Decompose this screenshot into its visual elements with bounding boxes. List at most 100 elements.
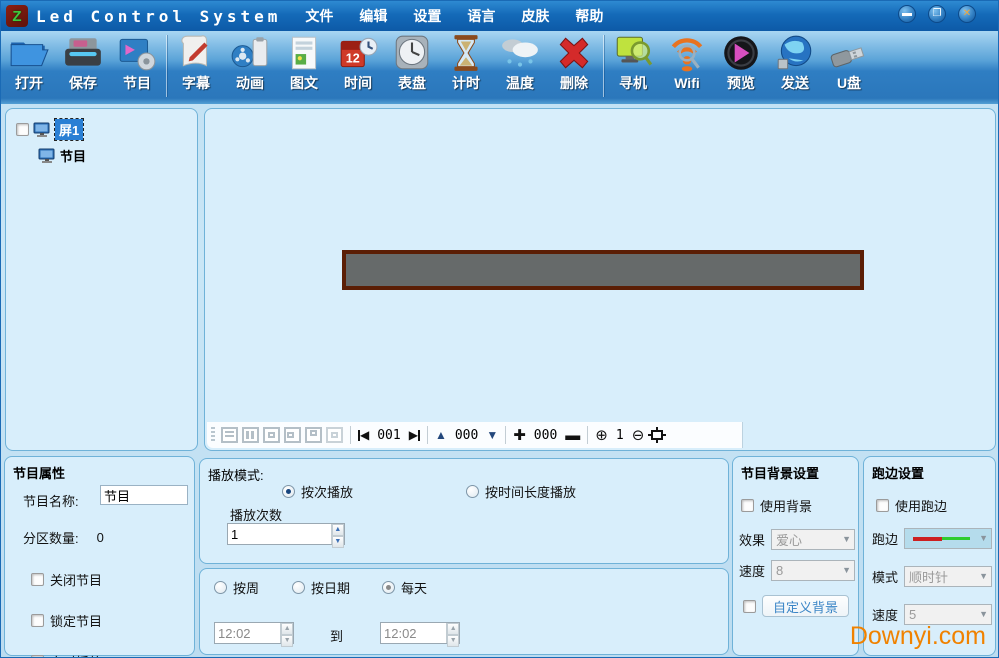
spin-down-icon[interactable]: ▼ [331, 535, 344, 548]
open-button[interactable]: 打开 [2, 33, 56, 101]
layout-free-button[interactable] [326, 427, 343, 443]
move-up-button[interactable]: ▲ [435, 429, 447, 441]
end-time-input[interactable] [381, 623, 447, 643]
main-toolbar: 打开 保存 节目 字幕 动画 图文 12 时间 表盘 计时 温度 删除 寻机 W… [1, 31, 998, 104]
by-date-label: 按日期 [311, 581, 351, 596]
menu-file[interactable]: 文件 [305, 6, 333, 26]
timer-button[interactable]: 计时 [439, 33, 493, 101]
find-device-button[interactable]: 寻机 [606, 33, 660, 101]
use-background-checkbox[interactable] [741, 499, 754, 512]
by-week-radio[interactable] [214, 581, 227, 594]
preview-toolbar: ◀ 001 ▶ ▲ 000 ▼ ✚ 000 ▬ ⊕ 1 ⊖ [207, 422, 743, 448]
custom-background-button[interactable]: 自定义背景 [762, 595, 850, 617]
timer-icon [454, 35, 478, 71]
menu-language[interactable]: 语言 [467, 6, 495, 26]
play-by-duration-radio[interactable] [466, 485, 479, 498]
start-time-spinner[interactable]: ▲ ▼ [214, 622, 294, 647]
tree-item-screen-label[interactable]: 屏1 [53, 118, 85, 141]
effect-dropdown[interactable]: 爱心 ▼ [771, 529, 856, 550]
border-mode-dropdown[interactable]: 顺时针 ▼ [904, 566, 993, 587]
layout-columns-button[interactable] [242, 427, 259, 443]
wifi-icon [671, 38, 703, 72]
start-time-input[interactable] [215, 623, 281, 643]
close-button[interactable]: ✕ [958, 5, 976, 23]
tree-item-program-label[interactable]: 节目 [60, 146, 86, 165]
zoom-in-icon[interactable]: ⊕ [595, 428, 608, 443]
use-background-label: 使用背景 [760, 499, 813, 514]
menu-settings[interactable]: 设置 [413, 6, 441, 26]
animation-button[interactable]: 动画 [223, 33, 277, 101]
col-value: 000 [533, 427, 558, 443]
by-date-radio[interactable] [292, 581, 305, 594]
tree-item-screen[interactable]: 屏1 [16, 118, 197, 141]
use-border-checkbox[interactable] [876, 499, 889, 512]
play-times-spinner[interactable]: ▲ ▼ [227, 523, 345, 548]
layout-top-button[interactable] [305, 427, 322, 443]
image-text-button[interactable]: 图文 [277, 33, 331, 101]
first-page-button[interactable]: ◀ [358, 429, 369, 441]
tree-item-program[interactable]: 节目 [38, 146, 197, 165]
program-button[interactable]: 节目 [110, 33, 164, 101]
strip-separator [350, 426, 351, 444]
remove-button[interactable]: ▬ [565, 428, 580, 443]
zoom-out-icon[interactable]: ⊖ [632, 428, 645, 443]
save-icon [65, 38, 101, 66]
time-button[interactable]: 12 时间 [331, 33, 385, 101]
toolbar-grip[interactable] [211, 427, 215, 443]
spin-up-icon[interactable]: ▲ [281, 623, 293, 635]
delete-icon [559, 37, 589, 69]
open-folder-icon [10, 42, 49, 67]
delete-button[interactable]: 删除 [547, 33, 601, 101]
clock-dial-button[interactable]: 表盘 [385, 33, 439, 101]
preview-button[interactable]: 预览 [714, 33, 768, 101]
lock-program-checkbox[interactable] [31, 614, 44, 627]
to-label: 到 [330, 629, 344, 644]
temperature-button[interactable]: 温度 [493, 33, 547, 101]
partition-count-value: 0 [96, 530, 104, 545]
daily-radio[interactable] [382, 581, 395, 594]
led-screen-preview[interactable] [342, 250, 864, 290]
spin-up-icon[interactable]: ▲ [331, 524, 344, 536]
send-icon [777, 35, 812, 70]
send-button[interactable]: 发送 [768, 33, 822, 101]
layout-center-button[interactable] [263, 427, 280, 443]
add-button[interactable]: ✚ [513, 428, 526, 443]
menu-skin[interactable]: 皮肤 [521, 6, 549, 26]
spin-down-icon[interactable]: ▼ [281, 634, 293, 647]
spin-up-icon[interactable]: ▲ [447, 623, 459, 635]
chevron-down-icon: ▼ [979, 571, 989, 581]
end-time-spinner[interactable]: ▲ ▼ [380, 622, 460, 647]
subtitle-button[interactable]: 字幕 [169, 33, 223, 101]
program-name-input[interactable] [100, 485, 188, 505]
app-logo-icon: Z [6, 5, 28, 27]
usb-button[interactable]: U盘 [822, 33, 876, 101]
timed-play-label: 定时播放 [50, 652, 102, 657]
usb-icon [830, 47, 865, 68]
border-style-dropdown[interactable]: ▼ [904, 528, 993, 549]
save-button[interactable]: 保存 [56, 33, 110, 101]
bg-speed-dropdown[interactable]: 8 ▼ [771, 560, 856, 581]
close-program-checkbox[interactable] [31, 573, 44, 586]
spin-down-icon[interactable]: ▼ [447, 634, 459, 647]
wifi-button[interactable]: Wifi [660, 33, 714, 101]
screen-tree-panel: 屏1 节目 [5, 108, 198, 451]
play-by-duration-label: 按时间长度播放 [485, 485, 577, 500]
window-title: Led Control System [36, 6, 282, 26]
screen-checkbox[interactable] [16, 123, 29, 136]
chevron-down-icon: ▼ [979, 533, 989, 543]
move-down-button[interactable]: ▼ [486, 429, 498, 441]
fit-screen-icon[interactable] [648, 427, 667, 443]
panel-title: 节目属性 [13, 466, 66, 481]
minimize-button[interactable]: ▬ [898, 5, 916, 23]
custom-background-checkbox[interactable] [743, 599, 756, 613]
play-times-input[interactable] [228, 524, 331, 544]
app-window: Z Led Control System 文件 编辑 设置 语言 皮肤 帮助 ▬… [0, 0, 999, 658]
program-name-label: 节目名称: [23, 494, 79, 509]
menu-edit[interactable]: 编辑 [359, 6, 387, 26]
play-by-times-radio[interactable] [282, 485, 295, 498]
layout-rows-button[interactable] [221, 427, 238, 443]
layout-left-button[interactable] [284, 427, 301, 443]
last-page-button[interactable]: ▶ [409, 429, 420, 441]
maximize-button[interactable]: ❐ [928, 5, 946, 23]
menu-help[interactable]: 帮助 [575, 6, 603, 26]
